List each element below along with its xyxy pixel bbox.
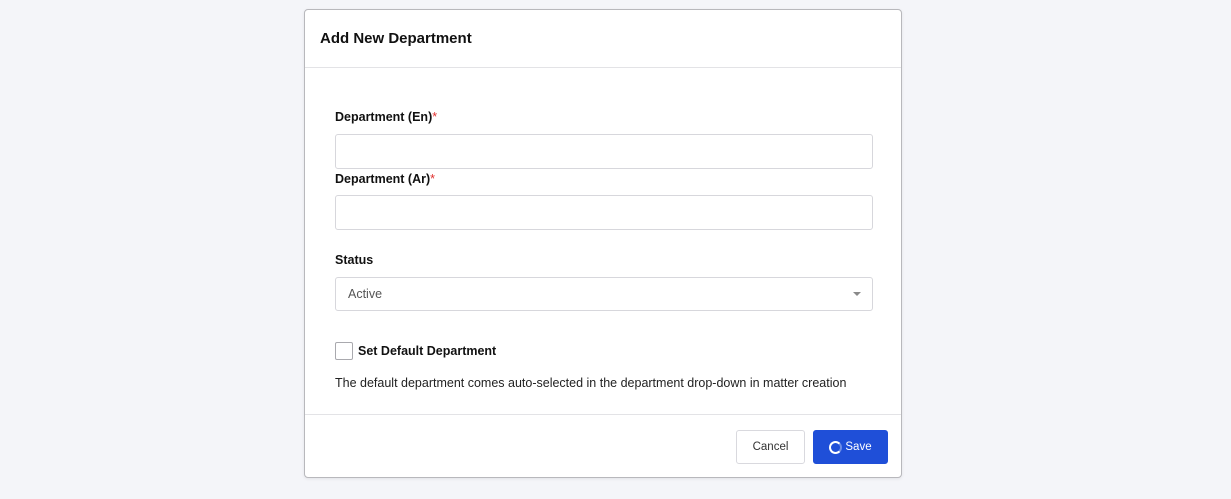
default-department-help-text: The default department comes auto-select…: [335, 376, 847, 390]
dialog-footer: Cancel Save: [305, 414, 901, 477]
department-en-label-text: Department (En): [335, 110, 433, 124]
default-department-checkbox[interactable]: [335, 342, 353, 360]
required-marker: *: [430, 172, 436, 186]
save-button-label: Save: [845, 441, 872, 453]
dialog-title: Add New Department: [320, 30, 472, 47]
default-department-row: Set Default Department: [335, 342, 496, 360]
department-en-label: Department (En)*: [335, 110, 437, 124]
cancel-button[interactable]: Cancel: [736, 430, 805, 464]
department-ar-label-text: Department (Ar): [335, 172, 431, 186]
default-department-label[interactable]: Set Default Department: [358, 344, 496, 358]
caret-down-icon: [853, 292, 861, 296]
spinner-icon: [829, 440, 843, 454]
status-label: Status: [335, 253, 374, 267]
save-button[interactable]: Save: [813, 430, 888, 464]
add-department-dialog: Add New Department Department (En)* Depa…: [304, 9, 902, 478]
dialog-header: Add New Department: [305, 10, 901, 68]
cancel-button-label: Cancel: [752, 441, 789, 453]
status-select[interactable]: Active: [335, 277, 873, 311]
status-selected-value: Active: [348, 287, 383, 301]
department-ar-input[interactable]: [335, 195, 873, 230]
department-ar-label: Department (Ar)*: [335, 172, 435, 186]
department-en-input[interactable]: [335, 134, 873, 169]
required-marker: *: [432, 110, 438, 124]
